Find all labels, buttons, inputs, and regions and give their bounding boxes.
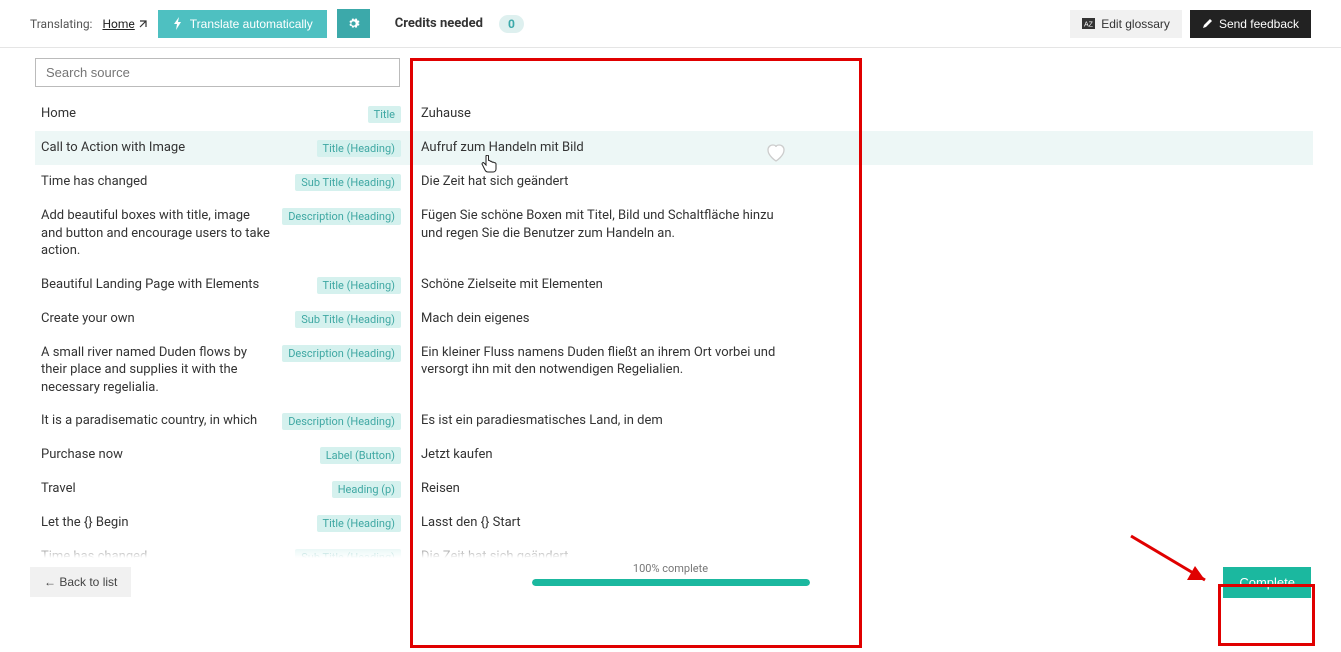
target-cell[interactable]: Mach dein eigenes [407,302,797,336]
type-badge: Sub Title (Heading) [295,311,401,328]
source-cell: Beautiful Landing Page with ElementsTitl… [35,268,407,302]
source-cell: A small river named Duden flows by their… [35,336,407,405]
table-row[interactable]: Add beautiful boxes with title, image an… [35,199,1313,268]
source-text: Call to Action with Image [41,139,317,157]
search-input[interactable] [35,58,400,87]
source-text: A small river named Duden flows by their… [41,344,282,397]
table-row[interactable]: Call to Action with ImageTitle (Heading)… [35,131,1313,165]
edit-glossary-button[interactable]: AZ Edit glossary [1070,10,1182,38]
home-link-text: Home [102,17,134,31]
table-row[interactable]: Let the {} BeginTitle (Heading)Lasst den… [35,506,1313,540]
home-link[interactable]: Home [102,17,147,31]
toolbar-left: Translating: Home Translate automaticall… [30,9,524,38]
send-feedback-label: Send feedback [1219,17,1299,31]
credits-needed-label: Credits needed [395,16,483,31]
toolbar: Translating: Home Translate automaticall… [0,0,1341,48]
source-cell: TravelHeading (p) [35,472,407,506]
complete-button[interactable]: Complete [1223,567,1311,598]
type-badge: Description (Heading) [282,208,401,225]
source-text: It is a paradisematic country, in which [41,412,282,430]
source-text: Travel [41,480,332,498]
main-content: HomeTitleZuhauseCall to Action with Imag… [0,48,1341,606]
type-badge: Title [368,106,401,123]
type-badge: Title (Heading) [317,140,401,157]
source-text: Home [41,105,368,123]
footer: ← Back to list 100% complete Complete [0,558,1341,606]
source-text: Time has changed [41,173,295,191]
glossary-icon: AZ [1082,18,1095,29]
progress-bar [532,579,810,586]
type-badge: Sub Title (Heading) [295,174,401,191]
source-cell: Add beautiful boxes with title, image an… [35,199,407,268]
source-cell: Create your ownSub Title (Heading) [35,302,407,336]
source-text: Purchase now [41,446,320,464]
translate-automatically-button[interactable]: Translate automatically [158,10,327,38]
type-badge: Title (Heading) [317,277,401,294]
pencil-icon [1202,18,1213,29]
back-to-list-button[interactable]: ← Back to list [30,567,131,597]
source-cell: HomeTitle [35,97,407,131]
type-badge: Heading (p) [332,481,401,498]
external-link-icon [138,19,148,29]
source-cell: Let the {} BeginTitle (Heading) [35,506,407,540]
type-badge: Description (Heading) [282,413,401,430]
table-row[interactable]: TravelHeading (p)Reisen [35,472,1313,506]
credits-badge: 0 [499,15,524,33]
table-row[interactable]: It is a paradisematic country, in whichD… [35,404,1313,438]
translation-rows: HomeTitleZuhauseCall to Action with Imag… [35,97,1313,606]
heart-icon[interactable] [765,143,787,163]
target-cell[interactable]: Ein kleiner Fluss namens Duden fließt an… [407,336,797,387]
translate-auto-label: Translate automatically [190,17,313,31]
target-cell[interactable]: Schöne Zielseite mit Elementen [407,268,797,302]
progress-label: 100% complete [532,562,810,575]
send-feedback-button[interactable]: Send feedback [1190,10,1311,38]
target-cell[interactable]: Die Zeit hat sich geändert [407,165,797,199]
source-text: Beautiful Landing Page with Elements [41,276,317,294]
type-badge: Description (Heading) [282,345,401,362]
progress-wrap: 100% complete [532,562,810,586]
source-text: Add beautiful boxes with title, image an… [41,207,282,260]
target-cell[interactable]: Zuhause [407,97,797,131]
bolt-icon [172,17,184,30]
table-row[interactable]: Time has changedSub Title (Heading)Die Z… [35,165,1313,199]
table-row[interactable]: HomeTitleZuhause [35,97,1313,131]
source-text: Let the {} Begin [41,514,317,532]
table-row[interactable]: Create your ownSub Title (Heading)Mach d… [35,302,1313,336]
target-cell[interactable]: Reisen [407,472,797,506]
source-cell: Call to Action with ImageTitle (Heading) [35,131,407,165]
source-cell: It is a paradisematic country, in whichD… [35,404,407,438]
type-badge: Title (Heading) [317,515,401,532]
translate-settings-button[interactable] [337,9,370,38]
source-text: Create your own [41,310,295,328]
gear-icon [347,17,360,30]
svg-text:AZ: AZ [1084,22,1094,29]
table-row[interactable]: Beautiful Landing Page with ElementsTitl… [35,268,1313,302]
translating-label: Translating: [30,17,92,31]
progress-fill [532,579,810,586]
target-cell[interactable]: Es ist ein paradiesmatisches Land, in de… [407,404,797,438]
edit-glossary-label: Edit glossary [1101,17,1170,31]
table-row[interactable]: A small river named Duden flows by their… [35,336,1313,405]
target-cell[interactable]: Aufruf zum Handeln mit Bild [407,131,797,165]
target-cell[interactable]: Lasst den {} Start [407,506,797,540]
table-row[interactable]: Purchase nowLabel (Button)Jetzt kaufen [35,438,1313,472]
source-cell: Time has changedSub Title (Heading) [35,165,407,199]
toolbar-right: AZ Edit glossary Send feedback [1070,10,1311,38]
target-cell[interactable]: Fügen Sie schöne Boxen mit Titel, Bild u… [407,199,797,250]
source-cell: Purchase nowLabel (Button) [35,438,407,472]
source-column-header [35,58,407,87]
target-cell[interactable]: Jetzt kaufen [407,438,797,472]
type-badge: Label (Button) [320,447,401,464]
